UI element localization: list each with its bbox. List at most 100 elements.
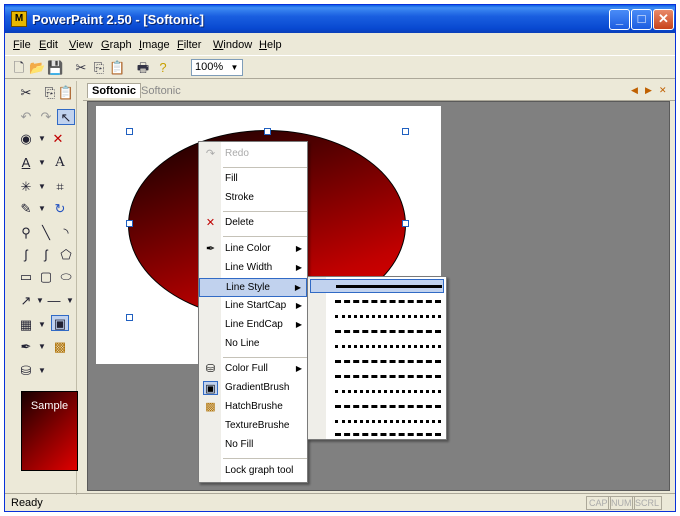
submenu-arrow-icon: ▶ <box>295 301 302 310</box>
selection-handle[interactable] <box>264 128 271 135</box>
submenu-arrow-icon: ▶ <box>295 244 302 253</box>
menu-item-line-style[interactable]: Line Style ▶ <box>199 278 307 297</box>
tab-close-icon[interactable]: ✕ <box>659 85 667 96</box>
line-style-option[interactable] <box>330 399 441 413</box>
zoom-select[interactable]: 100% ▼ <box>191 59 243 76</box>
fill-bucket-icon[interactable]: ⚲ <box>17 225 35 241</box>
submenu-arrow-icon: ▶ <box>295 263 302 272</box>
pen-icon: ✒ <box>205 243 216 255</box>
menu-item-lock-graph-tool[interactable]: Lock graph tool <box>199 462 307 481</box>
menu-filter[interactable]: Filter <box>177 39 201 51</box>
line-style-option[interactable] <box>330 414 441 428</box>
selection-handle[interactable] <box>126 128 133 135</box>
menu-item-color-full[interactable]: ⛁ Color Full ▶ <box>199 360 307 379</box>
menu-view[interactable]: View <box>69 39 93 51</box>
menu-window[interactable]: Window <box>213 39 252 51</box>
menu-item-redo[interactable]: ↷ Redo <box>199 145 307 164</box>
chevron-down-icon[interactable]: ▼ <box>61 293 79 309</box>
selection-handle[interactable] <box>402 128 409 135</box>
line-style-option[interactable] <box>330 384 441 398</box>
num-indicator: NUM <box>608 496 635 510</box>
selection-handle[interactable] <box>126 314 133 321</box>
menu-item-no-fill[interactable]: No Fill <box>199 436 307 455</box>
undo-icon[interactable]: ↶ <box>17 109 35 125</box>
document-tabs: Softonic Softonic ◀ ▶ ✕ <box>83 81 675 101</box>
ellipse-icon[interactable]: ⬭ <box>57 269 75 285</box>
menu-file[interactable]: File <box>13 39 31 51</box>
submenu-arrow-icon: ▶ <box>295 364 302 373</box>
new-file-icon[interactable]: 🗋 <box>11 60 27 76</box>
hatch-brush-icon[interactable]: ▩ <box>51 339 69 355</box>
line-style-option[interactable] <box>330 339 441 353</box>
copy-icon[interactable]: ⎘ <box>91 60 107 76</box>
title-bar[interactable]: M PowerPaint 2.50 - [Softonic] _ □ ✕ <box>5 5 675 33</box>
tab-softonic-active[interactable]: Softonic <box>87 83 141 98</box>
line-style-option[interactable] <box>330 369 441 383</box>
tab-softonic[interactable]: Softonic <box>141 85 181 97</box>
line-style-option[interactable] <box>330 324 441 338</box>
maximize-button[interactable]: □ <box>631 9 652 30</box>
rounded-rectangle-icon[interactable]: ▢ <box>37 269 55 285</box>
menu-item-delete[interactable]: ✕ Delete <box>199 214 307 233</box>
line-style-option[interactable] <box>330 309 441 323</box>
tab-prev-icon[interactable]: ◀ <box>631 85 638 96</box>
menu-item-gradient-brush[interactable]: ▣ GradientBrush <box>199 379 307 398</box>
line-style-option[interactable] <box>330 354 441 368</box>
text-icon[interactable]: A <box>51 155 69 171</box>
paste-icon[interactable]: 📋 <box>109 60 125 76</box>
submenu-arrow-icon: ▶ <box>294 283 301 292</box>
line-style-option[interactable] <box>310 279 444 293</box>
context-menu: ↷ Redo Fill Stroke ✕ Delete ✒ Line Color… <box>198 141 308 483</box>
menu-help[interactable]: Help <box>259 39 282 51</box>
menu-item-stroke[interactable]: Stroke <box>199 189 307 208</box>
rotate-icon[interactable]: ↻ <box>51 201 69 217</box>
help-icon[interactable]: ? <box>155 60 171 76</box>
close-button[interactable]: ✕ <box>653 9 674 30</box>
pointer-icon[interactable]: ↖ <box>57 109 75 125</box>
menu-item-hatch-brush[interactable]: ▩ HatchBrushe <box>199 398 307 417</box>
chevron-down-icon[interactable]: ▼ <box>33 363 51 379</box>
selection-handle[interactable] <box>126 220 133 227</box>
crop-icon[interactable]: ⌗ <box>51 179 69 195</box>
caps-indicator: CAP <box>586 496 611 510</box>
minimize-button[interactable]: _ <box>609 9 630 30</box>
menu-item-line-color[interactable]: ✒ Line Color ▶ <box>199 240 307 259</box>
menu-item-fill[interactable]: Fill <box>199 170 307 189</box>
menu-item-texture-brush[interactable]: TextureBrushe <box>199 417 307 436</box>
rectangle-icon[interactable]: ▭ <box>17 269 35 285</box>
menu-item-line-startcap[interactable]: Line StartCap ▶ <box>199 297 307 316</box>
menu-image[interactable]: Image <box>139 39 170 51</box>
line-icon[interactable]: ╲ <box>37 225 55 241</box>
paint-bucket-icon: ⛁ <box>205 363 216 375</box>
gradient-brush-icon[interactable]: ▣ <box>51 315 69 331</box>
status-text: Ready <box>11 497 43 509</box>
selection-handle[interactable] <box>402 220 409 227</box>
save-icon[interactable]: 💾 <box>47 60 63 76</box>
cut-icon[interactable]: ✂ <box>73 60 89 76</box>
chevron-down-icon[interactable]: ▼ <box>33 179 51 195</box>
tools-panel: ✂ ⎘ 📋 ↶ ↷ ↖ ◉ ▼ ✕ A ▼ A ✳ ▼ ⌗ ✎ ▼ ↻ ⚲ ╲ … <box>9 81 79 495</box>
bezier-icon[interactable]: ʃ <box>37 247 55 263</box>
paste-tool-icon[interactable]: 📋 <box>57 85 75 101</box>
menu-item-line-width[interactable]: Line Width ▶ <box>199 259 307 278</box>
sample-preview: Sample <box>21 391 78 471</box>
chevron-down-icon[interactable]: ▼ <box>33 339 51 355</box>
chevron-down-icon[interactable]: ▼ <box>33 317 51 333</box>
curve-icon[interactable]: ◝ <box>57 225 75 241</box>
chevron-down-icon[interactable]: ▼ <box>33 155 51 171</box>
delete-icon[interactable]: ✕ <box>49 131 67 147</box>
cut-tool-icon[interactable]: ✂ <box>17 85 35 101</box>
freehand-icon[interactable]: ʃ <box>17 247 35 263</box>
line-style-option[interactable] <box>330 427 441 441</box>
polygon-icon[interactable]: ⬠ <box>57 247 75 263</box>
menu-edit[interactable]: Edit <box>39 39 58 51</box>
menu-item-line-endcap[interactable]: Line EndCap ▶ <box>199 316 307 335</box>
print-icon[interactable]: 🖶 <box>135 60 151 76</box>
redo-icon[interactable]: ↷ <box>37 109 55 125</box>
chevron-down-icon[interactable]: ▼ <box>33 201 51 217</box>
tab-next-icon[interactable]: ▶ <box>645 85 652 96</box>
menu-item-no-line[interactable]: No Line <box>199 335 307 354</box>
line-style-option[interactable] <box>330 294 441 308</box>
open-folder-icon[interactable]: 📂 <box>29 60 45 76</box>
menu-graph[interactable]: Graph <box>101 39 132 51</box>
